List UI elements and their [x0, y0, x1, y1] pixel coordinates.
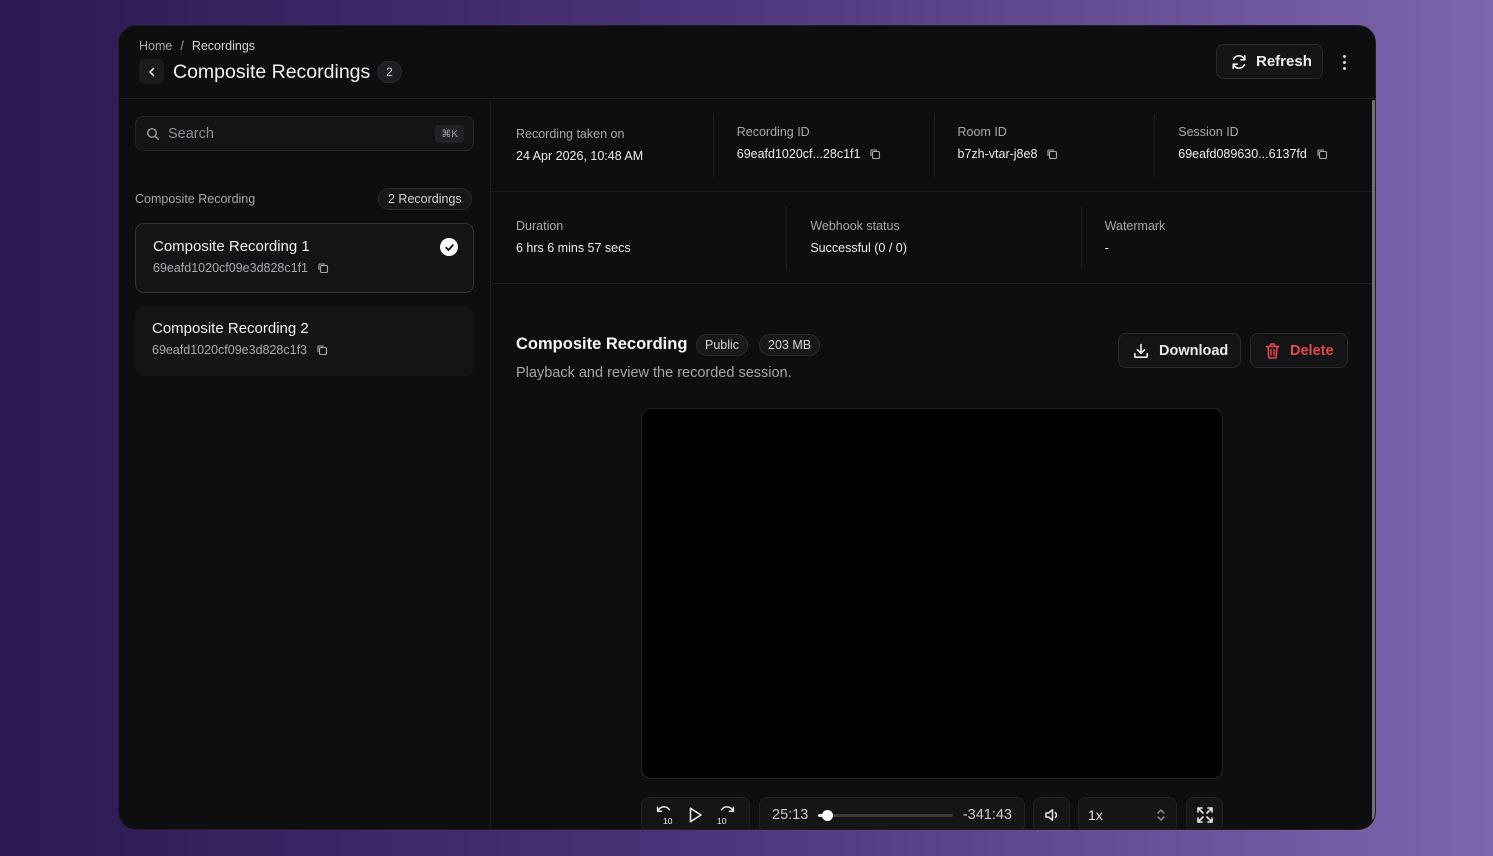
meta-session-id: Session ID 69eafd089630...6137fd [1154, 100, 1375, 191]
file-size-badge: 203 MB [759, 334, 821, 356]
recording-item-title: Composite Recording 2 [152, 320, 309, 337]
seek-slider[interactable] [818, 809, 953, 821]
breadcrumb-current[interactable]: Recordings [192, 39, 255, 53]
recording-item-title: Composite Recording 1 [153, 238, 310, 255]
copy-icon[interactable] [317, 262, 329, 274]
download-button[interactable]: Download [1118, 333, 1241, 368]
meta-label: Session ID [1178, 125, 1239, 139]
transport-controls: 10 10 [641, 797, 750, 829]
recordings-count-badge: 2 [377, 61, 402, 83]
meta-value: 6 hrs 6 mins 57 secs [516, 241, 631, 255]
page-header: Home / Recordings Composite Recordings 2… [119, 26, 1375, 99]
recordings-sidebar: Search ⌘K Composite Recording 2 Recordin… [119, 100, 491, 829]
meta-recording-date: Recording taken on 24 Apr 2026, 10:48 AM [492, 100, 713, 191]
fullscreen-icon [1195, 805, 1215, 825]
copy-icon[interactable] [1046, 148, 1058, 160]
meta-recording-id: Recording ID 69eafd1020cf...28c1f1 [712, 100, 934, 191]
video-player[interactable] [641, 408, 1223, 779]
search-icon [146, 127, 160, 141]
meta-duration: Duration 6 hrs 6 mins 57 secs [492, 192, 786, 283]
skip-forward-label: 10 [717, 816, 727, 826]
meta-row-secondary: Duration 6 hrs 6 mins 57 secs Webhook st… [492, 192, 1375, 284]
refresh-label: Refresh [1256, 53, 1312, 70]
page-scrollbar[interactable] [1372, 100, 1375, 820]
recording-item-2[interactable]: Composite Recording 2 69eafd1020cf09e3d8… [135, 306, 474, 376]
app-window: Home / Recordings Composite Recordings 2… [118, 25, 1376, 830]
copy-icon[interactable] [316, 344, 328, 356]
fullscreen-button[interactable] [1186, 797, 1223, 829]
breadcrumb: Home / Recordings [139, 39, 255, 53]
meta-label: Webhook status [810, 219, 900, 233]
recording-item-1[interactable]: Composite Recording 1 69eafd1020cf09e3d8… [135, 223, 474, 293]
skip-back-icon[interactable]: 10 [653, 804, 675, 826]
recording-section-subtitle: Playback and review the recorded session… [516, 365, 792, 381]
meta-label: Watermark [1104, 219, 1166, 233]
refresh-button[interactable]: Refresh [1216, 44, 1323, 79]
elapsed-time: 25:13 [772, 807, 809, 823]
meta-label: Duration [516, 219, 564, 233]
recording-section-title: Composite Recording [516, 335, 688, 353]
play-icon[interactable] [685, 805, 705, 825]
back-button[interactable] [139, 59, 164, 84]
skip-back-label: 10 [663, 816, 673, 826]
trash-icon [1264, 342, 1281, 360]
meta-value: 24 Apr 2026, 10:48 AM [516, 149, 644, 163]
visibility-badge: Public [696, 334, 749, 356]
remaining-time: -341:43 [962, 807, 1012, 823]
list-label: Composite Recording [135, 192, 256, 206]
speed-value: 1x [1088, 807, 1103, 823]
meta-value: 69eafd1020cf...28c1f1 [736, 147, 861, 161]
download-label: Download [1159, 342, 1229, 359]
list-count-badge: 2 Recordings [378, 188, 472, 210]
recording-item-id: 69eafd1020cf09e3d828c1f1 [153, 261, 309, 275]
recording-item-id: 69eafd1020cf09e3d828c1f3 [152, 343, 308, 357]
volume-icon [1043, 806, 1061, 824]
chevron-left-icon [146, 66, 158, 78]
selected-check-icon [440, 238, 458, 256]
meta-room-id: Room ID b7zh-vtar-j8e8 [933, 100, 1155, 191]
download-icon [1132, 342, 1150, 360]
meta-value: - [1104, 241, 1109, 255]
meta-value: 69eafd089630...6137fd [1178, 147, 1307, 161]
meta-value: b7zh-vtar-j8e8 [957, 147, 1038, 161]
chevron-up-down-icon [1155, 808, 1167, 822]
page-title: Composite Recordings [173, 61, 371, 83]
seek-handle[interactable] [822, 809, 834, 821]
volume-button[interactable] [1033, 797, 1070, 829]
delete-button[interactable]: Delete [1250, 333, 1348, 368]
copy-icon[interactable] [869, 148, 881, 160]
copy-icon[interactable] [1316, 148, 1328, 160]
playback-speed-select[interactable]: 1x [1078, 797, 1177, 829]
search-input[interactable]: Search ⌘K [135, 116, 474, 151]
meta-label: Room ID [957, 125, 1007, 139]
search-shortcut: ⌘K [435, 125, 464, 143]
search-placeholder: Search [168, 125, 214, 142]
more-options-icon[interactable] [1337, 51, 1351, 73]
timeline-control: 25:13 -341:43 [759, 797, 1025, 829]
refresh-icon [1230, 53, 1248, 71]
delete-label: Delete [1290, 342, 1334, 359]
breadcrumb-home[interactable]: Home [139, 39, 172, 53]
meta-label: Recording taken on [516, 127, 625, 141]
meta-watermark: Watermark - [1080, 192, 1375, 283]
meta-webhook-status: Webhook status Successful (0 / 0) [786, 192, 1080, 283]
meta-row-primary: Recording taken on 24 Apr 2026, 10:48 AM… [492, 100, 1375, 192]
meta-value: Successful (0 / 0) [810, 241, 907, 255]
breadcrumb-separator: / [180, 39, 184, 53]
recording-detail: Recording taken on 24 Apr 2026, 10:48 AM… [492, 100, 1375, 829]
meta-label: Recording ID [736, 125, 810, 139]
skip-forward-icon[interactable]: 10 [716, 804, 738, 826]
